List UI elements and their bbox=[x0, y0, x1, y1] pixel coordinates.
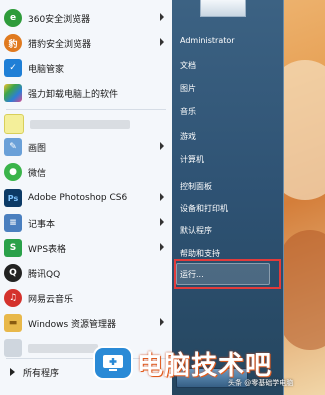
cheetah-browser-icon: 豹 bbox=[4, 34, 22, 52]
explorer-folder-icon: ▬ bbox=[4, 314, 22, 332]
all-programs-label: 所有程序 bbox=[23, 368, 60, 379]
pc-manager-shield-icon: ✓ bbox=[4, 59, 22, 77]
blurred-app-icon bbox=[4, 339, 22, 357]
wps-spreadsheet-icon: S bbox=[4, 239, 22, 257]
program-label: 记事本 bbox=[28, 219, 56, 230]
watermark-text: 电脑技术吧 bbox=[137, 350, 273, 381]
help-support-link[interactable]: 帮助和支持 bbox=[180, 248, 220, 259]
program-item-cheetah-browser[interactable]: 豹 猎豹安全浏览器 bbox=[4, 31, 168, 55]
program-label: WPS表格 bbox=[28, 244, 67, 255]
qq-penguin-icon: Q bbox=[4, 264, 22, 282]
netease-music-icon: ♫ bbox=[4, 289, 22, 307]
uninstall-tool-icon bbox=[4, 84, 22, 102]
program-label: 网易云音乐 bbox=[28, 294, 74, 305]
blurred-label bbox=[30, 119, 130, 129]
program-label: 电脑管家 bbox=[28, 64, 65, 75]
submenu-arrow-icon bbox=[160, 218, 164, 226]
submenu-arrow-icon bbox=[160, 38, 164, 46]
pictures-link[interactable]: 图片 bbox=[180, 83, 196, 94]
expand-arrow-icon bbox=[10, 368, 15, 376]
program-item-360-browser[interactable]: e 360安全浏览器 bbox=[4, 6, 168, 30]
photoshop-icon: Ps bbox=[4, 189, 22, 207]
submenu-arrow-icon bbox=[160, 13, 164, 21]
program-item-qq[interactable]: Q 腾讯QQ bbox=[4, 261, 168, 285]
program-item-netease-music[interactable]: ♫ 网易云音乐 bbox=[4, 286, 168, 310]
program-item-wechat[interactable]: ● 微信 bbox=[4, 160, 168, 184]
program-label: Windows 资源管理器 bbox=[28, 319, 117, 330]
blurred-app-icon bbox=[4, 114, 24, 134]
program-label: 腾讯QQ bbox=[28, 269, 61, 280]
documents-link[interactable]: 文档 bbox=[180, 60, 196, 71]
watermark-logo-icon bbox=[95, 348, 131, 378]
watermark-caption: 头条 @零基础学电脑 bbox=[228, 379, 294, 387]
program-label: 画图 bbox=[28, 143, 47, 154]
games-link[interactable]: 游戏 bbox=[180, 131, 196, 142]
program-item-notepad[interactable]: ≡ 记事本 bbox=[4, 211, 168, 235]
blurred-label bbox=[28, 343, 98, 353]
submenu-arrow-icon bbox=[160, 243, 164, 251]
user-name-link[interactable]: Administrator bbox=[180, 36, 235, 45]
submenu-arrow-icon bbox=[160, 193, 164, 201]
programs-pane: e 360安全浏览器 豹 猎豹安全浏览器 ✓ 电脑管家 强力卸载电脑上的软件 ✎… bbox=[0, 0, 173, 395]
program-label: 猎豹安全浏览器 bbox=[28, 39, 92, 50]
paint-icon: ✎ bbox=[4, 138, 22, 156]
program-item-wps-spreadsheet[interactable]: S WPS表格 bbox=[4, 236, 168, 260]
wechat-icon: ● bbox=[4, 163, 22, 181]
highlight-annotation-box bbox=[174, 259, 281, 289]
music-link[interactable]: 音乐 bbox=[180, 106, 196, 117]
default-programs-link[interactable]: 默认程序 bbox=[180, 225, 212, 236]
devices-printers-link[interactable]: 设备和打印机 bbox=[180, 203, 228, 214]
user-avatar[interactable] bbox=[200, 0, 246, 17]
start-menu: e 360安全浏览器 豹 猎豹安全浏览器 ✓ 电脑管家 强力卸载电脑上的软件 ✎… bbox=[0, 0, 284, 395]
program-item-pc-manager[interactable]: ✓ 电脑管家 bbox=[4, 56, 168, 80]
program-label: 微信 bbox=[28, 168, 47, 179]
submenu-arrow-icon bbox=[160, 142, 164, 150]
program-item-windows-explorer[interactable]: ▬ Windows 资源管理器 bbox=[4, 311, 168, 335]
program-item-uninstall-tool[interactable]: 强力卸载电脑上的软件 bbox=[4, 81, 168, 105]
wallpaper-shape bbox=[280, 230, 325, 350]
program-item-photoshop[interactable]: Ps Adobe Photoshop CS6 bbox=[4, 186, 168, 210]
submenu-arrow-icon bbox=[160, 318, 164, 326]
program-item-blurred[interactable] bbox=[4, 112, 168, 136]
program-label: Adobe Photoshop CS6 bbox=[28, 193, 128, 203]
control-panel-link[interactable]: 控制面板 bbox=[180, 181, 212, 192]
program-item-paint[interactable]: ✎ 画图 bbox=[4, 135, 168, 159]
program-label: 强力卸载电脑上的软件 bbox=[28, 89, 119, 100]
separator bbox=[6, 109, 166, 110]
360-browser-icon: e bbox=[4, 9, 22, 27]
program-label: 360安全浏览器 bbox=[28, 14, 91, 25]
computer-link[interactable]: 计算机 bbox=[180, 154, 204, 165]
notepad-icon: ≡ bbox=[4, 214, 22, 232]
